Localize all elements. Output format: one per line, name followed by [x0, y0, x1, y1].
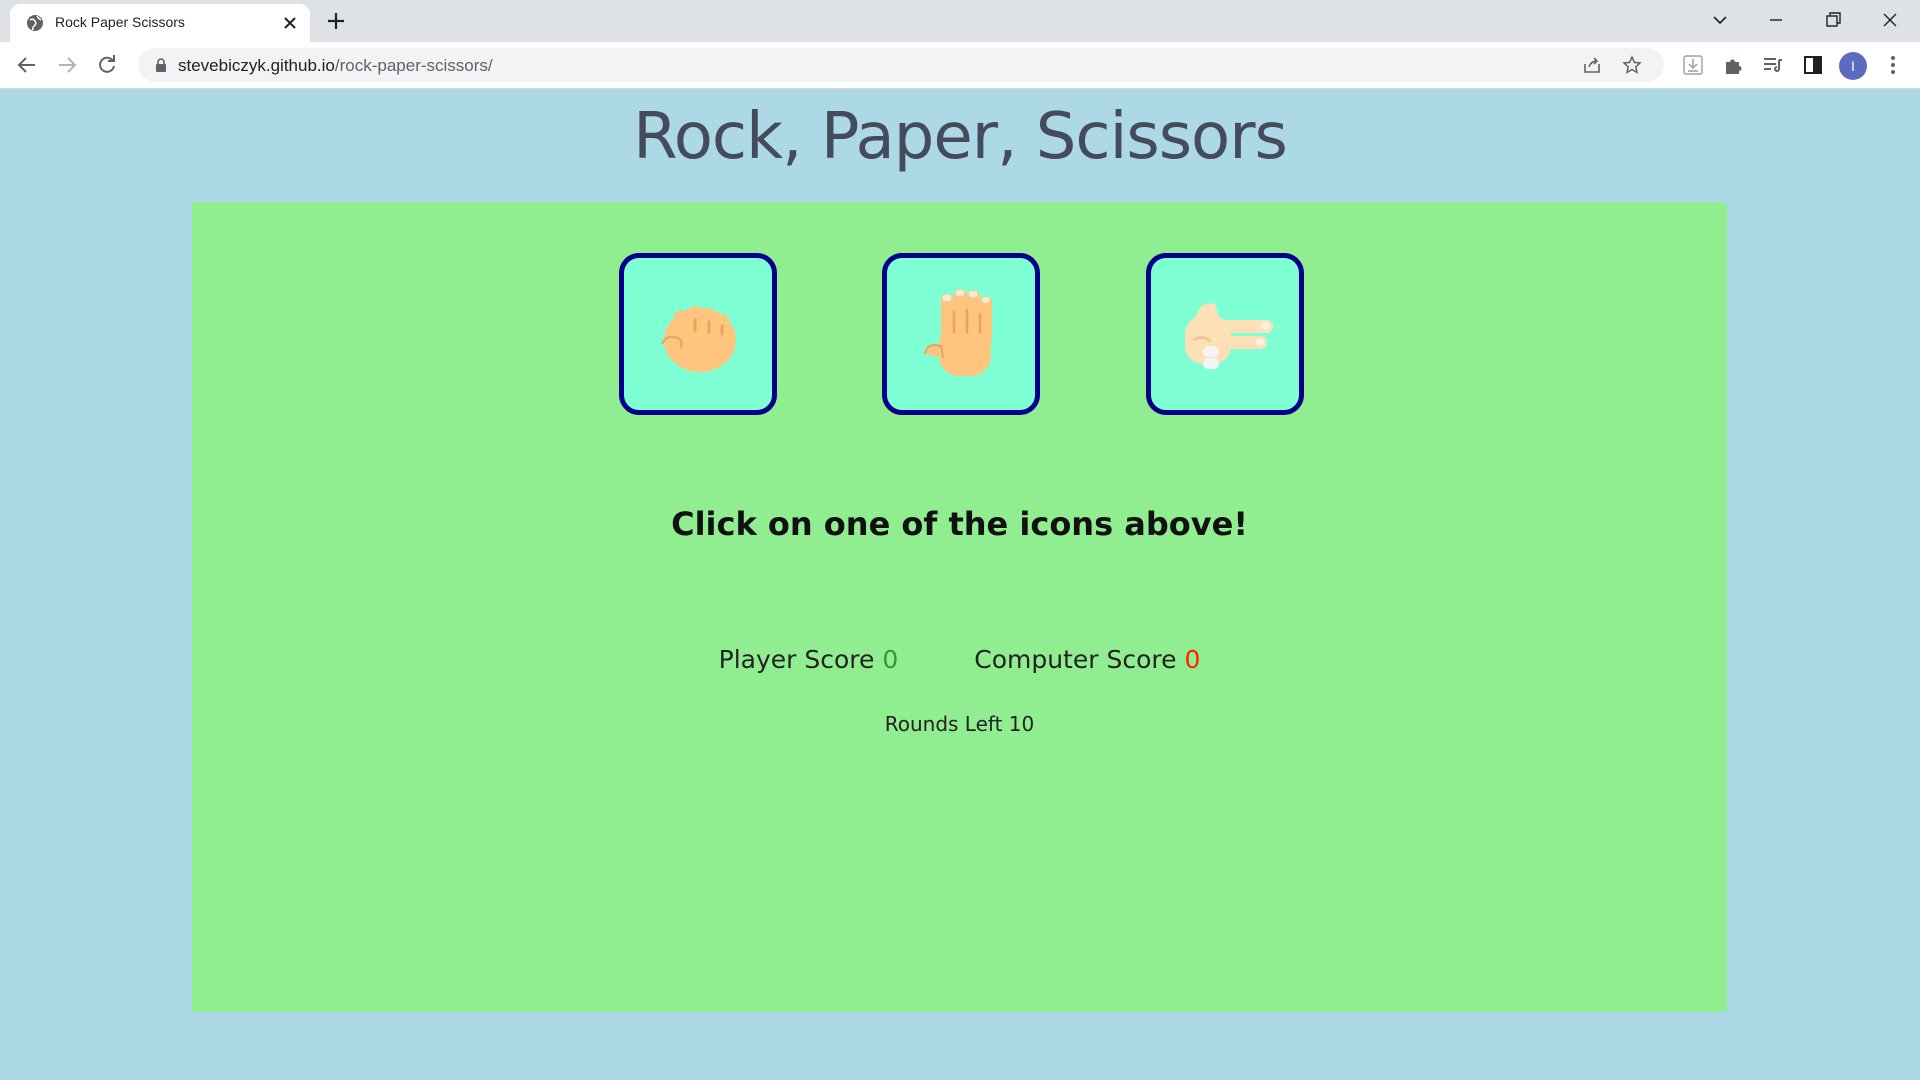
profile-avatar[interactable]: I: [1839, 52, 1867, 80]
rounds-left-value: 10: [1008, 712, 1035, 736]
url-text: stevebiczyk.github.io/rock-paper-scissor…: [178, 56, 493, 76]
extensions-puzzle-icon[interactable]: [1722, 54, 1744, 76]
chevron-down-icon[interactable]: [1708, 8, 1732, 32]
more-menu-icon[interactable]: [1882, 54, 1904, 76]
reload-icon[interactable]: [96, 54, 118, 76]
score-board: Player Score 0 Computer Score 0: [192, 645, 1727, 674]
paper-button[interactable]: [882, 253, 1040, 415]
player-score-value: 0: [882, 645, 899, 674]
paper-hand-icon: [924, 289, 992, 376]
bookmark-star-icon[interactable]: [1622, 55, 1642, 75]
restore-icon[interactable]: [1821, 8, 1845, 32]
side-panel-icon[interactable]: [1802, 54, 1824, 76]
game-panel: Click on one of the icons above! Player …: [192, 202, 1727, 1012]
instruction-text: Click on one of the icons above!: [671, 505, 1248, 543]
browser-tab[interactable]: Rock Paper Scissors: [10, 4, 310, 42]
computer-score-value: 0: [1184, 645, 1201, 674]
computer-score-label: Computer Score: [974, 645, 1177, 674]
url-domain: stevebiczyk.github.io: [178, 56, 335, 75]
tab-title: Rock Paper Scissors: [55, 14, 185, 30]
minimize-icon[interactable]: [1764, 8, 1788, 32]
page-title: Rock, Paper, Scissors: [633, 100, 1288, 174]
share-icon[interactable]: [1582, 55, 1602, 75]
rock-hand-icon: [661, 306, 736, 372]
download-icon[interactable]: [1682, 54, 1704, 76]
computer-score: Computer Score 0: [974, 645, 1200, 674]
close-icon[interactable]: [282, 15, 298, 31]
reading-list-icon[interactable]: [1762, 54, 1784, 76]
url-path: /rock-paper-scissors/: [334, 56, 493, 75]
back-arrow-icon[interactable]: [16, 54, 38, 76]
address-bar[interactable]: stevebiczyk.github.io/rock-paper-scissor…: [138, 48, 1664, 82]
close-window-icon[interactable]: [1878, 8, 1902, 32]
globe-icon: [27, 15, 43, 31]
rock-button[interactable]: [619, 253, 777, 415]
scissors-button[interactable]: [1146, 253, 1304, 415]
forward-arrow-icon[interactable]: [56, 54, 78, 76]
lock-icon[interactable]: [154, 58, 168, 72]
browser-tab-bar: Rock Paper Scissors: [0, 0, 1920, 42]
player-score-label: Player Score: [718, 645, 875, 674]
scissors-hand-icon: [1185, 303, 1273, 369]
new-tab-icon[interactable]: [326, 11, 346, 31]
rounds-left-label: Rounds Left: [884, 712, 1003, 736]
browser-toolbar: stevebiczyk.github.io/rock-paper-scissor…: [0, 42, 1920, 89]
rounds-left: Rounds Left 10: [192, 712, 1727, 736]
player-score: Player Score 0: [719, 645, 899, 674]
